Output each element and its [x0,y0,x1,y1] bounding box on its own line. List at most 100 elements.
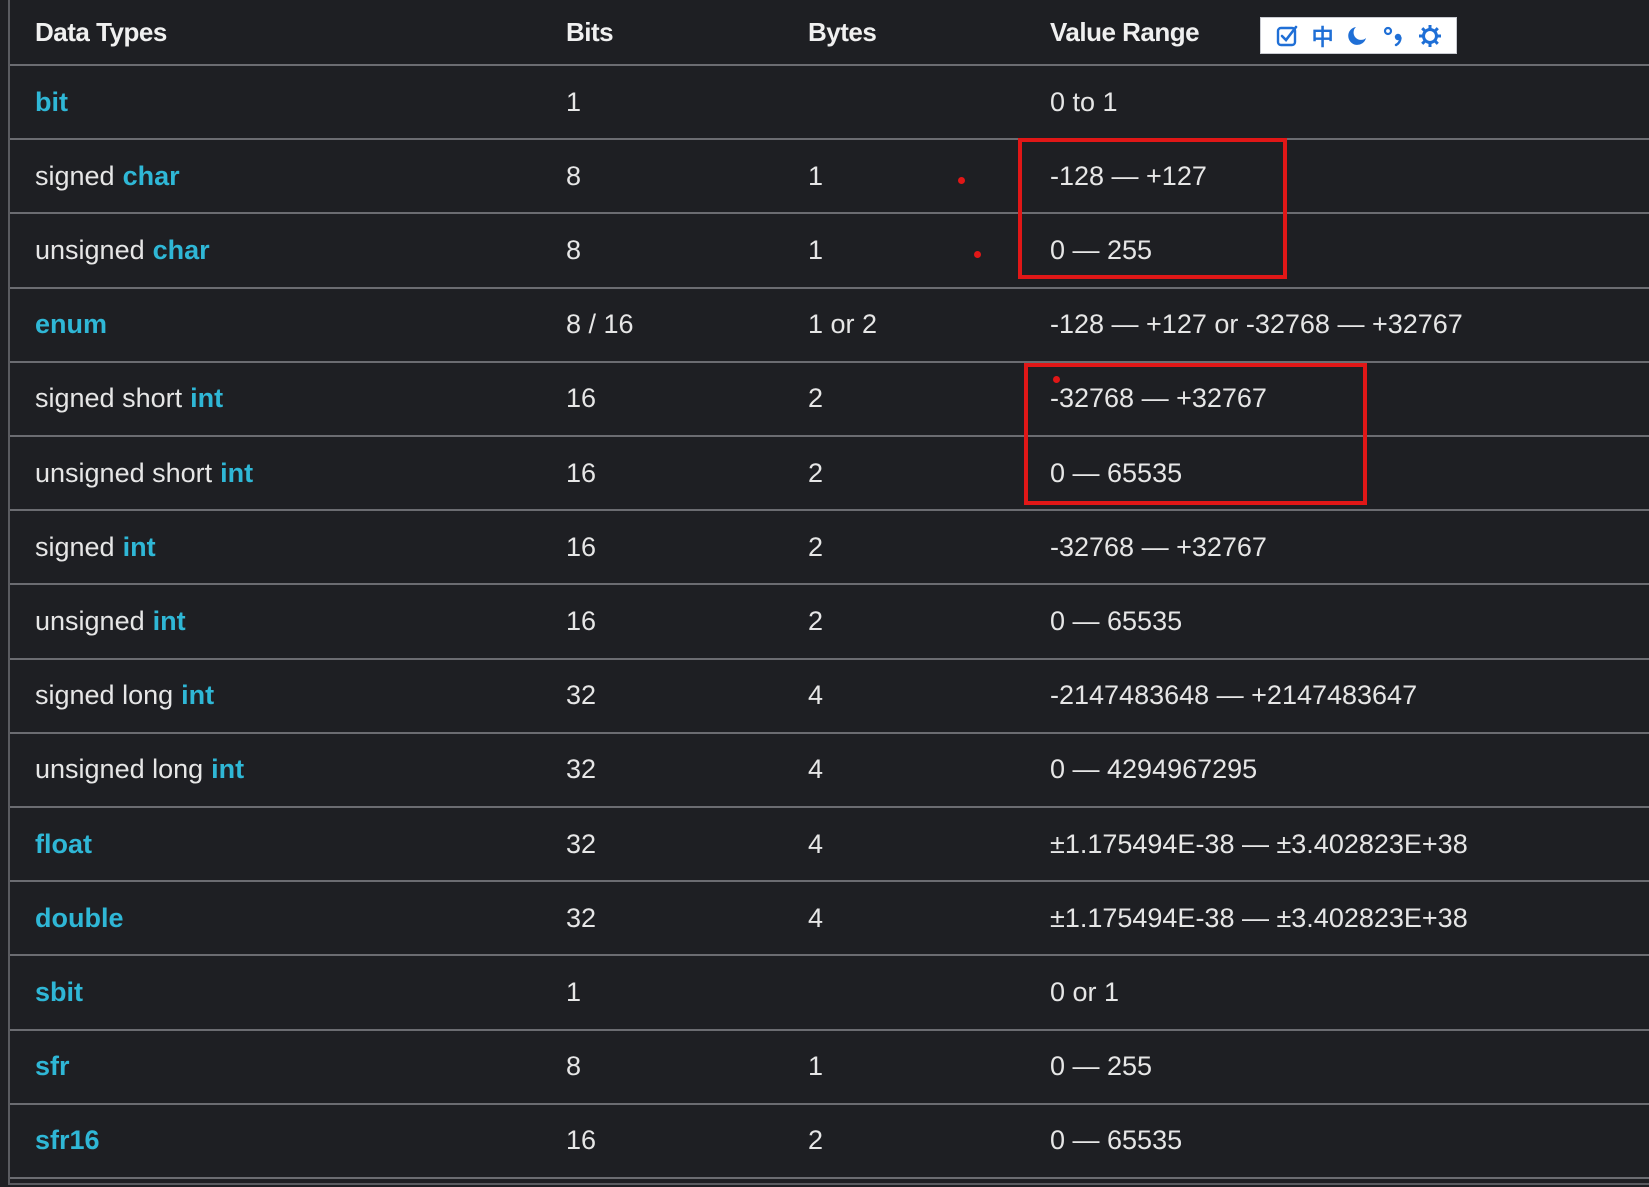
cell-bits: 16 [566,457,597,488]
type-keyword: char [122,160,180,191]
table-row: unsigned long int 32 4 0 — 4294967295 [10,734,1649,808]
cell-value-range: 0 — 4294967295 [1050,754,1258,785]
cell-bits: 1 [566,976,582,1007]
checkbox-edit-icon[interactable] [1274,23,1300,49]
table-row: sfr 8 1 0 — 255 [10,1031,1649,1105]
cell-data-type: signed long int [35,660,214,732]
data-types-table: Data Types Bits Bytes Value Range bit 1 0 … [8,0,1649,1185]
cell-bits: 8 [566,160,582,191]
gear-icon[interactable] [1417,23,1443,49]
type-modifier: unsigned [35,234,145,265]
cell-data-type: signed int [35,511,156,583]
cell-value-range: ±1.175494E-38 — ±3.402823E+38 [1050,902,1468,933]
cell-data-type: signed char [35,140,180,212]
cell-data-type: enum [35,289,107,361]
annotation-box-short-int-range [1024,363,1367,505]
type-modifier: signed [35,160,115,191]
annotation-dot [974,251,981,258]
cell-bits: 32 [566,902,597,933]
chinese-char-icon[interactable]: 中 [1310,23,1336,51]
cell-data-type: unsigned long int [35,734,244,806]
moon-icon[interactable] [1345,23,1371,49]
cell-bytes: 4 [808,828,824,859]
cell-data-type: sbit [35,956,83,1028]
cell-data-type: sfr16 [35,1105,100,1177]
table-row: unsigned char 8 1 0 — 255 [10,214,1649,289]
cell-bits: 32 [566,680,597,711]
annotation-box-char-range [1018,138,1287,279]
type-keyword: int [211,754,245,785]
type-keyword: sfr16 [35,1125,100,1156]
table-row: signed char 8 1 -128 — +127 [10,140,1649,215]
table-row: sbit 1 0 or 1 [10,956,1649,1031]
cell-bits: 8 / 16 [566,309,634,340]
header-bits: Bits [566,16,614,47]
table-row: unsigned short int 16 2 0 — 65535 [10,437,1649,512]
type-keyword: sfr [35,1051,70,1082]
type-modifier: unsigned long [35,754,204,785]
type-keyword: int [220,457,254,488]
cell-bytes: 1 or 2 [808,309,878,340]
cell-bits: 16 [566,1125,597,1156]
cell-bits: 8 [566,1051,582,1082]
cell-bits: 32 [566,754,597,785]
cell-value-range: 0 — 65535 [1050,1125,1183,1156]
type-keyword: float [35,828,92,859]
type-modifier: unsigned [35,605,145,636]
table-row: enum 8 / 16 1 or 2 -128 — +127 or -32768 — … [10,289,1649,363]
cell-value-range: 0 — 65535 [1050,605,1183,636]
type-keyword: int [190,383,224,414]
cell-value-range: 0 or 1 [1050,976,1120,1007]
cell-bytes: 4 [808,680,824,711]
cell-value-range: 0 — 255 [1050,1051,1153,1082]
type-keyword: double [35,902,124,933]
cell-value-range: -128 — +127 or -32768 — +32767 [1050,309,1463,340]
table-row: signed long int 32 4 -2147483648 — +21474836… [10,660,1649,734]
cell-value-range: -2147483648 — +2147483647 [1050,680,1418,711]
cell-value-range: ±1.175494E-38 — ±3.402823E+38 [1050,828,1468,859]
cell-data-type: unsigned int [35,585,186,657]
cell-bytes: 2 [808,383,824,414]
cell-bits: 32 [566,828,597,859]
table-row: double 32 4 ±1.175494E-38 — ±3.402823E+38 [10,882,1649,957]
table-row: sfr16 16 2 0 — 65535 [10,1105,1649,1179]
table-row: bit 1 0 to 1 [10,66,1649,141]
punctuation-icon[interactable] [1381,23,1407,49]
cell-bits: 1 [566,86,582,117]
cell-bytes: 1 [808,160,824,191]
table-row: signed short int 16 2 -32768 — +32767 [10,363,1649,437]
type-modifier: unsigned short [35,457,213,488]
type-keyword: int [122,531,156,562]
type-keyword: char [152,234,210,265]
cell-bytes: 4 [808,754,824,785]
cell-bits: 16 [566,605,597,636]
header-bytes: Bytes [808,16,877,47]
cell-bytes: 4 [808,902,824,933]
cell-bits: 16 [566,531,597,562]
type-keyword: int [181,680,215,711]
cell-bytes: 2 [808,1125,824,1156]
type-modifier: signed [35,531,115,562]
cell-bytes: 2 [808,605,824,636]
table-row: float 32 4 ±1.175494E-38 — ±3.402823E+38 [10,808,1649,883]
cell-bytes: 1 [808,234,824,265]
cell-bits: 8 [566,234,582,265]
cell-data-type: unsigned char [35,214,210,286]
cell-value-range: 0 to 1 [1050,86,1118,117]
annotation-dot [958,177,965,184]
type-keyword: sbit [35,976,84,1007]
type-keyword: bit [35,86,68,117]
type-modifier: signed long [35,680,174,711]
annotation-dot [1053,376,1060,383]
type-keyword: int [152,605,186,636]
cell-data-type: sfr [35,1031,70,1103]
cell-data-type: bit [35,66,68,138]
header-value-range: Value Range [1050,16,1200,47]
cell-bytes: 2 [808,531,824,562]
cell-data-type: unsigned short int [35,437,253,509]
cell-value-range: -32768 — +32767 [1050,531,1267,562]
type-keyword: enum [35,309,108,340]
table-row: signed int 16 2 -32768 — +32767 [10,511,1649,586]
cell-data-type: signed short int [35,363,223,435]
cell-data-type: float [35,808,92,880]
